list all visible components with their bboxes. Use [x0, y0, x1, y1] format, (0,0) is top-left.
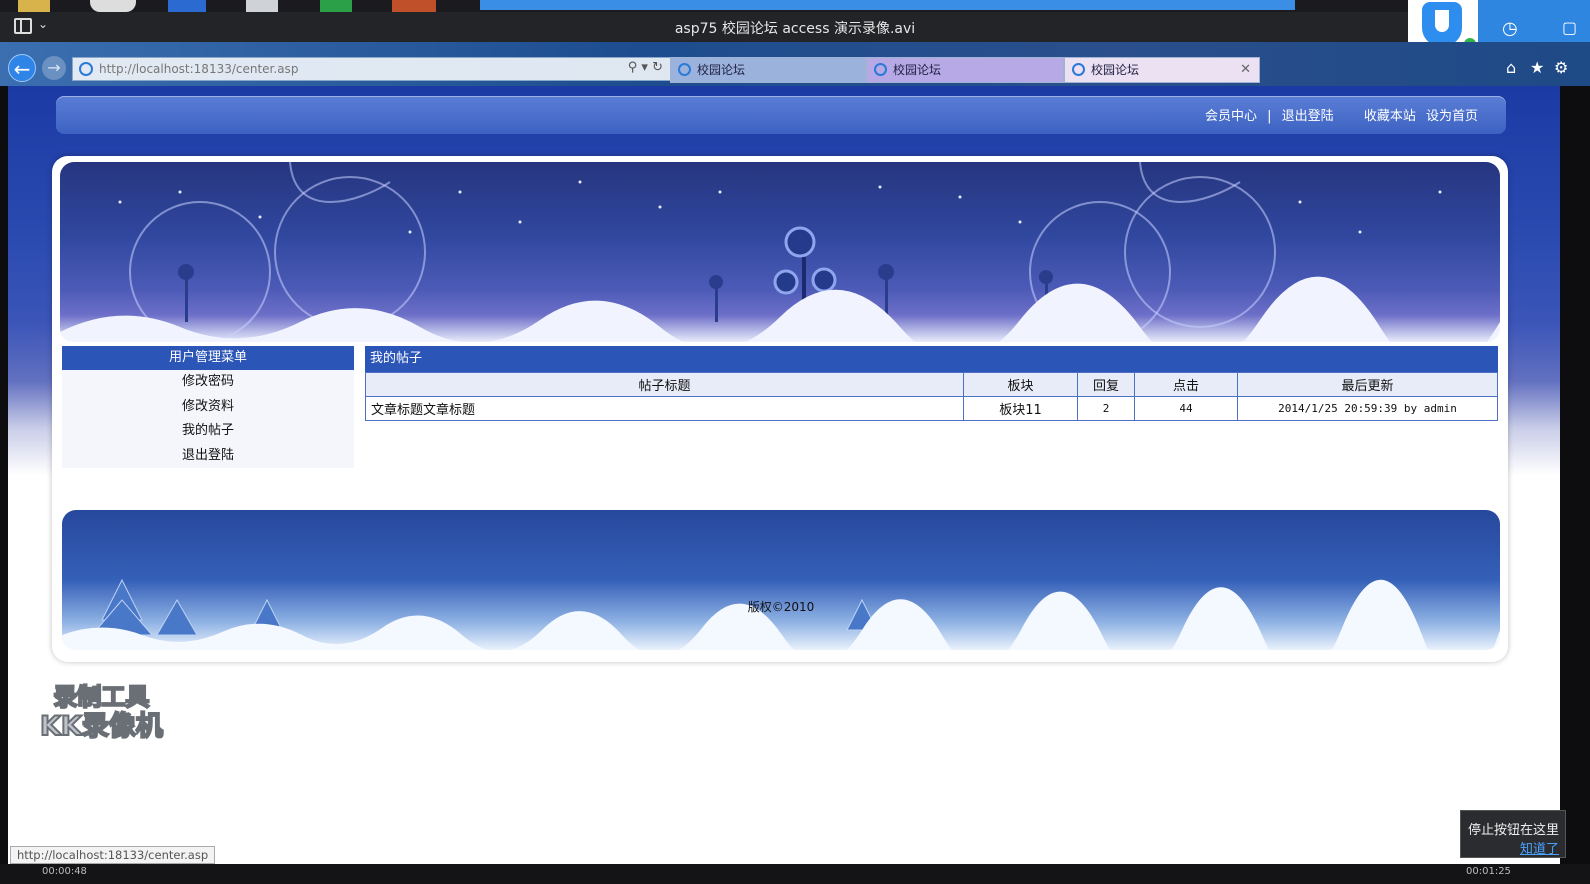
address-bar[interactable]: http://localhost:18133/center.asp ⚲ ▾ ↻	[72, 57, 672, 81]
favorite-link[interactable]: 收藏本站	[1364, 109, 1416, 124]
post-updated: 2014/1/25 20:59:39 by admin	[1237, 396, 1498, 421]
browser-toolbar: ← → http://localhost:18133/center.asp ⚲ …	[0, 42, 1590, 86]
forward-button[interactable]: →	[42, 56, 66, 80]
my-posts-header: 我的帖子	[365, 346, 1498, 372]
copyright-text: 版权©2010	[747, 600, 815, 614]
posts-table: 帖子标题 板块 回复 点击 最后更新 文章标题文章标题 板块11 2 44 20…	[365, 372, 1498, 421]
main-content-frame: 用户管理菜单 修改密码 修改资料 我的帖子 退出登陆 我的帖子 帖子标题 板块 …	[52, 156, 1508, 662]
address-url[interactable]: http://localhost:18133/center.asp	[99, 62, 298, 76]
post-clicks: 44	[1134, 396, 1238, 421]
video-title: asp75 校园论坛 access 演示录像.avi	[674, 21, 916, 37]
menu-logout[interactable]: 退出登陆	[62, 444, 354, 469]
table-row: 文章标题文章标题 板块11 2 44 2014/1/25 20:59:39 by…	[365, 396, 1498, 421]
player-control-bar: 00:00:48 00:01:25	[0, 864, 1590, 884]
homepage-link[interactable]: 设为首页	[1426, 109, 1478, 124]
total-time: 00:01:25	[1466, 866, 1511, 877]
window-icon[interactable]: ▢	[1562, 18, 1577, 37]
stop-button-tooltip: 停止按钮在这里 知道了	[1460, 810, 1566, 858]
footer-banner: 版权©2010	[62, 510, 1500, 650]
link-separator: |	[1267, 109, 1272, 124]
tab-2[interactable]: 校园论坛	[866, 57, 1064, 83]
recorder-watermark-logo: 录制工具 KK录像机	[39, 682, 164, 743]
post-title-link[interactable]: 文章标题文章标题	[365, 396, 964, 421]
col-title: 帖子标题	[365, 372, 964, 397]
col-clicks: 点击	[1134, 372, 1238, 397]
tab-1[interactable]: 校园论坛	[670, 57, 866, 83]
ie-icon	[1072, 63, 1085, 76]
site-top-bar: 会员中心 | 退出登陆 收藏本站 设为首页	[56, 96, 1506, 134]
screen-root: { "player": { "title": "asp75 校园论坛 acces…	[0, 0, 1590, 884]
col-updated: 最后更新	[1237, 372, 1498, 397]
home-icon[interactable]: ⌂	[1506, 58, 1516, 77]
col-board: 板块	[963, 372, 1078, 397]
user-menu: 用户管理菜单 修改密码 修改资料 我的帖子 退出登陆	[62, 346, 354, 468]
my-posts-panel: 我的帖子 帖子标题 板块 回复 点击 最后更新 文章标题文章标题 板块11 2 …	[365, 346, 1498, 421]
menu-change-password[interactable]: 修改密码	[62, 370, 354, 395]
ie-icon	[874, 63, 887, 76]
search-refresh-icon[interactable]: ⚲ ▾ ↻	[628, 60, 663, 75]
tab-label: 校园论坛	[1091, 63, 1140, 77]
favorites-star-icon[interactable]: ★	[1530, 58, 1544, 77]
close-tab-icon[interactable]: ✕	[1240, 58, 1251, 82]
tab-label: 校园论坛	[893, 63, 942, 77]
ie-icon	[678, 63, 691, 76]
tooltip-dismiss-link[interactable]: 知道了	[1520, 842, 1559, 857]
tooltip-text: 停止按钮在这里	[1467, 823, 1559, 838]
tab-label: 校园论坛	[697, 63, 746, 77]
col-replies: 回复	[1077, 372, 1135, 397]
menu-edit-profile[interactable]: 修改资料	[62, 395, 354, 420]
status-bar-url: http://localhost:18133/center.asp	[10, 846, 216, 864]
member-center-link[interactable]: 会员中心	[1205, 109, 1257, 124]
gear-icon[interactable]: ⚙	[1554, 58, 1568, 77]
player-title-bar: ⌄ asp75 校园论坛 access 演示录像.avi	[0, 12, 1590, 42]
elapsed-time: 00:00:48	[42, 866, 87, 877]
back-button[interactable]: ←	[8, 54, 36, 82]
os-taskbar-strip	[0, 0, 1590, 12]
table-header-row: 帖子标题 板块 回复 点击 最后更新	[365, 372, 1498, 397]
top-progress-bar	[480, 0, 1295, 10]
menu-my-posts[interactable]: 我的帖子	[62, 419, 354, 444]
post-board: 板块11	[963, 396, 1078, 421]
web-page: 会员中心 | 退出登陆 收藏本站 设为首页 用户管理菜单 修改密码 修改资料 我…	[8, 86, 1560, 864]
clock-icon[interactable]: ◷	[1502, 18, 1518, 39]
tab-3-active[interactable]: 校园论坛 ✕	[1064, 57, 1260, 83]
top-links: 会员中心 | 退出登陆 收藏本站 设为首页	[1199, 105, 1478, 124]
user-menu-header: 用户管理菜单	[62, 346, 354, 370]
winter-banner-image	[60, 162, 1500, 342]
post-replies: 2	[1077, 396, 1135, 421]
logout-link[interactable]: 退出登陆	[1282, 109, 1334, 124]
ie-icon	[79, 62, 93, 76]
